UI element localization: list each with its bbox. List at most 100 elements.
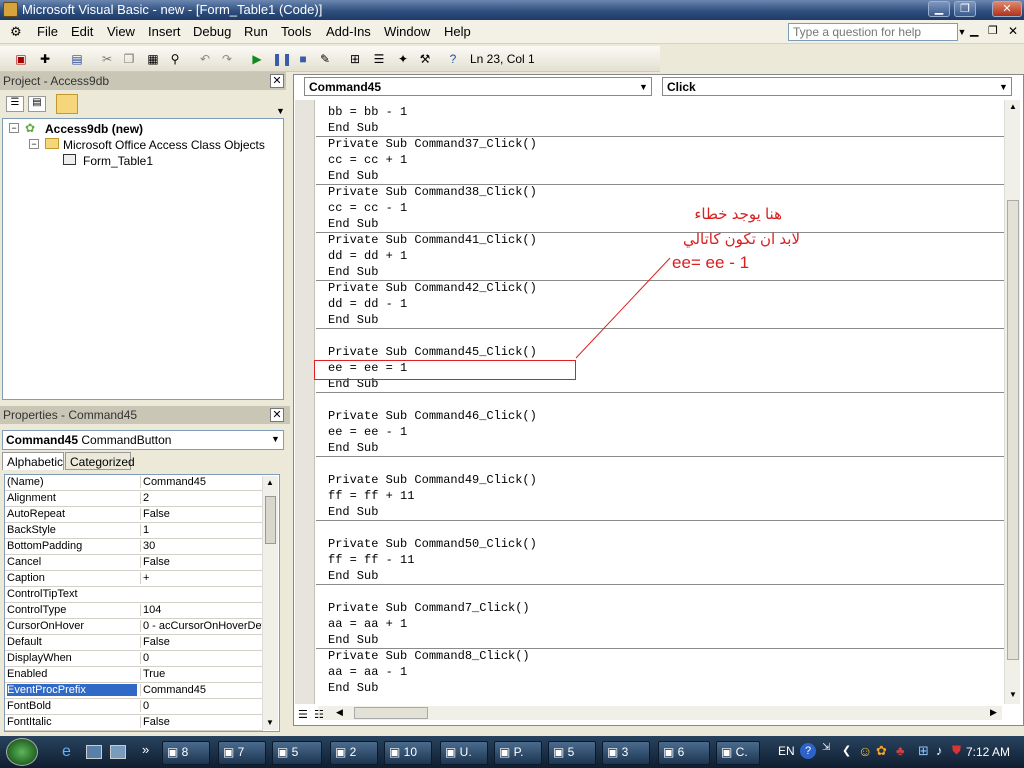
child-close-icon[interactable]: ✕ bbox=[1008, 24, 1018, 38]
menu-debug[interactable]: Debug bbox=[193, 24, 231, 39]
code-margin[interactable] bbox=[295, 100, 315, 704]
taskbar-button[interactable]: ▣ 6 bbox=[658, 741, 710, 765]
properties-window-icon[interactable]: ☰ bbox=[370, 50, 388, 68]
volume-icon[interactable]: ♪ bbox=[936, 743, 943, 758]
close-button[interactable]: ✕ bbox=[992, 1, 1022, 17]
code-line[interactable]: dd = dd - 1 bbox=[328, 297, 407, 311]
property-row[interactable]: Caption + bbox=[5, 571, 263, 587]
menu-insert[interactable]: Insert bbox=[148, 24, 181, 39]
code-line[interactable]: bb = bb - 1 bbox=[328, 105, 407, 119]
tree-folder[interactable]: Microsoft Office Access Class Objects bbox=[63, 138, 265, 152]
run-icon[interactable]: ▶ bbox=[248, 50, 266, 68]
code-line[interactable]: aa = aa - 1 bbox=[328, 665, 407, 679]
property-row[interactable]: AutoRepeat False bbox=[5, 507, 263, 523]
network-icon[interactable]: ⊞ bbox=[918, 743, 929, 759]
property-row[interactable]: ControlType 104 bbox=[5, 603, 263, 619]
code-line[interactable]: Private Sub Command45_Click() bbox=[328, 345, 537, 359]
property-row[interactable]: Alignment 2 bbox=[5, 491, 263, 507]
object-browser-icon[interactable]: ✦ bbox=[394, 50, 412, 68]
view-access-icon[interactable]: ▣ bbox=[12, 50, 30, 68]
collapse-icon[interactable]: − bbox=[9, 123, 19, 133]
properties-scrollbar[interactable]: ▲ ▼ bbox=[262, 476, 278, 730]
desktop-icon[interactable] bbox=[86, 745, 102, 759]
vba-menu-icon[interactable]: ⚙ bbox=[10, 24, 26, 40]
code-line[interactable]: End Sub bbox=[328, 121, 378, 135]
properties-close-icon[interactable]: ✕ bbox=[270, 408, 284, 422]
project-close-icon[interactable]: ✕ bbox=[270, 74, 284, 88]
code-line[interactable]: Private Sub Command7_Click() bbox=[328, 601, 530, 615]
chevron-down-icon[interactable]: ▼ bbox=[271, 434, 280, 444]
code-line[interactable]: Private Sub Command50_Click() bbox=[328, 537, 537, 551]
project-explorer-icon[interactable]: ⊞ bbox=[346, 50, 364, 68]
taskbar-button[interactable]: ▣ 5 bbox=[272, 741, 322, 765]
reset-icon[interactable]: ■ bbox=[294, 50, 312, 68]
code-line[interactable]: ff = ff - 11 bbox=[328, 553, 414, 567]
scroll-thumb[interactable] bbox=[354, 707, 428, 719]
scroll-up-icon[interactable]: ▲ bbox=[1009, 102, 1017, 111]
property-row[interactable]: BottomPadding 30 bbox=[5, 539, 263, 555]
menu-window[interactable]: Window bbox=[384, 24, 430, 39]
code-line[interactable]: Private Sub Command37_Click() bbox=[328, 137, 537, 151]
code-line[interactable]: End Sub bbox=[328, 441, 378, 455]
code-line[interactable]: aa = aa + 1 bbox=[328, 617, 407, 631]
code-line[interactable]: ff = ff + 11 bbox=[328, 489, 414, 503]
insert-module-icon[interactable]: ✚ bbox=[36, 50, 54, 68]
tray-app-icon[interactable]: ♣ bbox=[896, 743, 905, 758]
code-line[interactable]: Private Sub Command8_Click() bbox=[328, 649, 530, 663]
design-mode-icon[interactable]: ✎ bbox=[316, 50, 334, 68]
menu-add-ins[interactable]: Add-Ins bbox=[326, 24, 371, 39]
property-row-selected[interactable]: EventProcPrefix Command45 bbox=[5, 683, 263, 699]
copy-icon[interactable]: ❐ bbox=[120, 50, 138, 68]
property-row[interactable]: Cancel False bbox=[5, 555, 263, 571]
chevron-down-icon[interactable]: ▼ bbox=[639, 82, 648, 92]
taskbar-button[interactable]: ▣ 5 bbox=[548, 741, 596, 765]
property-row[interactable]: CursorOnHover 0 - acCursorOnHoverDefa bbox=[5, 619, 263, 635]
maximize-button[interactable]: ❐ bbox=[954, 1, 976, 17]
taskbar-button[interactable]: ▣ P. bbox=[494, 741, 542, 765]
code-line[interactable]: cc = cc + 1 bbox=[328, 153, 407, 167]
scroll-down-icon[interactable]: ▼ bbox=[1009, 690, 1017, 699]
scroll-left-icon[interactable]: ◀ bbox=[336, 707, 343, 718]
property-row[interactable]: FontItalic False bbox=[5, 715, 263, 731]
menu-view[interactable]: View bbox=[107, 24, 135, 39]
break-icon[interactable]: ❚❚ bbox=[272, 50, 292, 68]
code-line[interactable]: End Sub bbox=[328, 169, 378, 183]
help-search-input[interactable]: Type a question for help bbox=[788, 23, 958, 41]
code-line[interactable]: dd = dd + 1 bbox=[328, 249, 407, 263]
chevron-down-icon[interactable]: ▼ bbox=[999, 82, 1008, 92]
undo-icon[interactable]: ↶ bbox=[196, 50, 214, 68]
property-row[interactable]: BackStyle 1 bbox=[5, 523, 263, 539]
full-module-view-icon[interactable]: ☷ bbox=[314, 708, 324, 721]
code-line[interactable]: Private Sub Command46_Click() bbox=[328, 409, 537, 423]
tab-alphabetic[interactable]: Alphabetic bbox=[2, 452, 64, 470]
switch-windows-icon[interactable] bbox=[110, 745, 126, 759]
tree-form-item[interactable]: Form_Table1 bbox=[83, 154, 153, 168]
code-line[interactable]: End Sub bbox=[328, 265, 378, 279]
procedure-view-icon[interactable]: ☰ bbox=[298, 708, 308, 721]
code-line[interactable]: End Sub bbox=[328, 217, 378, 231]
pane-scroll-icon[interactable]: ▼ bbox=[276, 106, 285, 116]
paste-icon[interactable]: ▦ bbox=[144, 50, 162, 68]
property-row[interactable]: Default False bbox=[5, 635, 263, 651]
menu-help[interactable]: Help bbox=[444, 24, 471, 39]
tab-categorized[interactable]: Categorized bbox=[65, 452, 135, 470]
language-indicator[interactable]: EN bbox=[778, 744, 795, 758]
code-line[interactable]: End Sub bbox=[328, 505, 378, 519]
tray-app-icon[interactable]: ✿ bbox=[876, 743, 887, 759]
code-line[interactable]: Private Sub Command38_Click() bbox=[328, 185, 537, 199]
help-icon[interactable]: ? bbox=[444, 50, 462, 68]
language-bar-icon[interactable]: ⇲ bbox=[822, 742, 830, 753]
taskbar-button[interactable]: ▣ 10 bbox=[384, 741, 432, 765]
code-line[interactable]: ee = ee - 1 bbox=[328, 425, 407, 439]
code-line[interactable]: End Sub bbox=[328, 681, 378, 695]
taskbar-button[interactable]: ▣ C. bbox=[716, 741, 760, 765]
code-line[interactable]: Private Sub Command49_Click() bbox=[328, 473, 537, 487]
tray-shield-icon[interactable]: ⛊ bbox=[952, 743, 961, 758]
start-button[interactable] bbox=[6, 738, 38, 766]
collapse-icon[interactable]: − bbox=[29, 139, 39, 149]
code-vertical-scrollbar[interactable]: ▲ ▼ bbox=[1004, 100, 1020, 704]
object-selector[interactable]: Command45 CommandButton ▼ bbox=[2, 430, 284, 450]
save-icon[interactable]: ▤ bbox=[68, 50, 86, 68]
menu-run[interactable]: Run bbox=[244, 24, 268, 39]
taskbar-button[interactable]: ▣ 3 bbox=[602, 741, 650, 765]
